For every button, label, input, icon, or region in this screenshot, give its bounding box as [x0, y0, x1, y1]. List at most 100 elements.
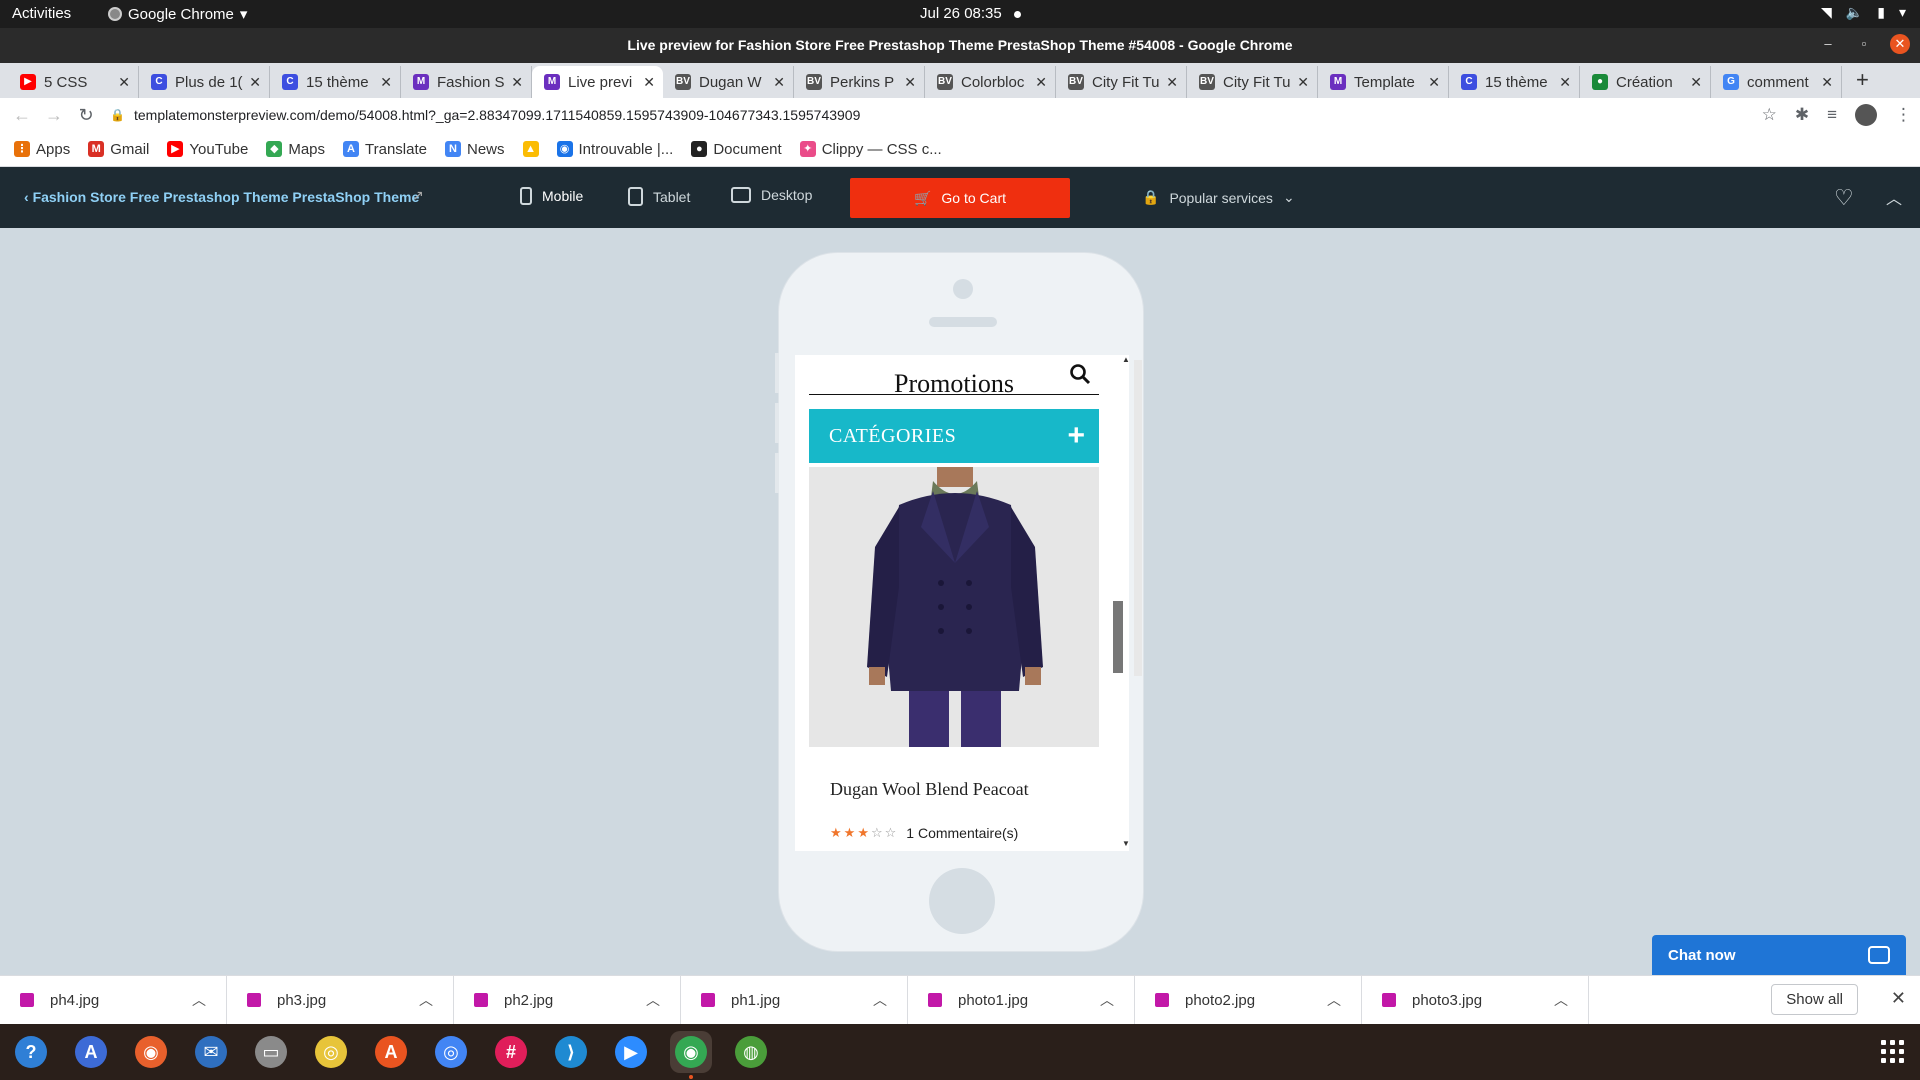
tab[interactable]: BV Perkins P ✕ [794, 66, 925, 98]
bookmark-item[interactable]: M Gmail [88, 141, 149, 158]
tab[interactable]: C Plus de 1(✕ [139, 66, 270, 98]
download-menu-chevron-icon[interactable]: ︿ [419, 990, 433, 1010]
close-tab-icon[interactable]: ✕ [773, 74, 785, 91]
external-link-icon[interactable]: ↗ [412, 187, 424, 204]
bookmark-item[interactable]: ◉ Introuvable |... [556, 141, 673, 158]
download-menu-chevron-icon[interactable]: ︿ [646, 990, 660, 1010]
tab[interactable]: ● Création ✕ [1580, 66, 1711, 98]
files-icon[interactable]: ▭ [250, 1031, 292, 1073]
download-item[interactable]: ph1.jpg ︿ [681, 975, 908, 1025]
close-tab-icon[interactable]: ✕ [380, 74, 392, 91]
close-tab-icon[interactable]: ✕ [1035, 74, 1047, 91]
close-window-button[interactable]: ✕ [1890, 34, 1910, 54]
search-icon[interactable] [1069, 363, 1091, 385]
categories-toggle[interactable]: CATÉGORIES + [809, 409, 1099, 463]
popular-services-dropdown[interactable]: 🔒 Popular services ⌄ [1142, 189, 1295, 206]
new-tab-button[interactable]: + [1856, 67, 1869, 93]
download-item[interactable]: photo3.jpg ︿ [1362, 975, 1589, 1025]
download-item[interactable]: ph3.jpg ︿ [227, 975, 454, 1025]
product-image[interactable] [809, 467, 1099, 747]
desktop-view-button[interactable]: Desktop [731, 187, 812, 203]
close-tab-icon[interactable]: ✕ [1559, 74, 1571, 91]
profile-avatar[interactable] [1855, 104, 1877, 126]
download-item[interactable]: photo2.jpg ︿ [1135, 975, 1362, 1025]
tab[interactable]: C 15 thème ✕ [270, 66, 401, 98]
show-applications-icon[interactable] [1881, 1040, 1904, 1063]
bookmark-star-icon[interactable]: ☆ [1762, 105, 1777, 125]
close-tab-icon[interactable]: ✕ [118, 74, 130, 91]
maximize-button[interactable]: ▫ [1854, 34, 1874, 54]
page-scrollbar[interactable] [1134, 360, 1142, 676]
close-tab-icon[interactable]: ✕ [1297, 74, 1309, 91]
tab[interactable]: BV Colorbloc ✕ [925, 66, 1056, 98]
chrome-icon[interactable]: ◉ [670, 1031, 712, 1079]
media-control-icon[interactable]: ≡ [1827, 105, 1837, 125]
download-menu-chevron-icon[interactable]: ︿ [873, 990, 887, 1010]
clock[interactable]: Jul 26 08:35 [920, 5, 1021, 22]
download-menu-chevron-icon[interactable]: ︿ [1100, 990, 1114, 1010]
scrollbar-thumb[interactable] [1113, 601, 1123, 673]
close-tab-icon[interactable]: ✕ [643, 74, 655, 91]
tablet-view-button[interactable]: Tablet [628, 187, 690, 206]
chromium-icon[interactable]: ◎ [430, 1031, 472, 1073]
bookmark-item[interactable]: ● Document [691, 141, 782, 158]
product-name-link[interactable]: Dugan Wool Blend Peacoat [830, 779, 1029, 800]
help-icon[interactable]: ? [10, 1031, 52, 1073]
download-item[interactable]: ph2.jpg ︿ [454, 975, 681, 1025]
chevron-up-icon[interactable]: ︿ [1886, 185, 1902, 209]
scroll-down-arrow-icon[interactable]: ▼ [1122, 839, 1129, 848]
tab[interactable]: BV Dugan W ✕ [663, 66, 794, 98]
bookmark-item[interactable]: A Translate [343, 141, 427, 158]
heart-icon[interactable]: ♡ [1834, 185, 1854, 211]
close-tab-icon[interactable]: ✕ [1428, 74, 1440, 91]
lock-icon[interactable]: 🔒 [110, 108, 125, 122]
zoom-icon[interactable]: ▶ [610, 1031, 652, 1073]
tab[interactable]: Gcomment ✕ [1711, 66, 1842, 98]
close-tab-icon[interactable]: ✕ [904, 74, 916, 91]
chat-now-button[interactable]: Chat now [1652, 935, 1906, 975]
rhythmbox-icon[interactable]: ◎ [310, 1031, 352, 1073]
bookmark-item[interactable]: ▶ YouTube [167, 141, 248, 158]
comments-count[interactable]: 1 Commentaire(s) [906, 825, 1018, 841]
bookmark-item[interactable]: ◆ Maps [266, 141, 325, 158]
close-tab-icon[interactable]: ✕ [1690, 74, 1702, 91]
browser-globe-icon[interactable]: ◍ [730, 1031, 772, 1073]
download-item[interactable]: photo1.jpg ︿ [908, 975, 1135, 1025]
tab[interactable]: BV City Fit Tu ✕ [1187, 66, 1318, 98]
tab[interactable]: ▶ 5 CSS ✕ [8, 66, 139, 98]
go-to-cart-button[interactable]: 🛒 Go to Cart [850, 178, 1070, 218]
bookmark-item[interactable]: N News [445, 141, 505, 158]
slack-icon[interactable]: # [490, 1031, 532, 1073]
firefox-icon[interactable]: ◉ [130, 1031, 172, 1073]
extensions-icon[interactable]: ✱ [1795, 105, 1809, 125]
back-arrow-icon[interactable]: ← [6, 105, 38, 126]
tab[interactable]: BV City Fit Tu ✕ [1056, 66, 1187, 98]
download-item[interactable]: ph4.jpg ︿ [0, 975, 227, 1025]
mobile-view-button[interactable]: Mobile [520, 187, 583, 205]
close-tab-icon[interactable]: ✕ [1821, 74, 1833, 91]
tab[interactable]: M Template ✕ [1318, 66, 1449, 98]
back-to-theme-link[interactable]: ‹ Fashion Store Free Prestashop Theme Pr… [24, 189, 419, 205]
reload-icon[interactable]: ↻ [70, 105, 102, 126]
scroll-up-arrow-icon[interactable]: ▲ [1122, 355, 1129, 364]
app-menu[interactable]: Google Chrome ▾ [108, 5, 247, 23]
close-tab-icon[interactable]: ✕ [249, 74, 261, 91]
tab[interactable]: M Fashion S ✕ [401, 66, 532, 98]
address-bar[interactable]: 🔒 templatemonsterpreview.com/demo/54008.… [110, 100, 1770, 130]
translate-app-icon[interactable]: A [70, 1031, 112, 1073]
download-menu-chevron-icon[interactable]: ︿ [192, 990, 206, 1010]
activities-button[interactable]: Activities [12, 5, 71, 22]
more-menu-icon[interactable]: ⋮ [1895, 105, 1912, 125]
thunderbird-icon[interactable]: ✉ [190, 1031, 232, 1073]
minimize-button[interactable]: – [1818, 34, 1838, 54]
vscode-icon[interactable]: ⟩ [550, 1031, 592, 1073]
system-tray[interactable]: ◥ 🔈 ▮ ▾ [1821, 4, 1906, 21]
bookmark-item[interactable]: ▲ [522, 141, 539, 157]
bookmark-item[interactable]: ✦ Clippy — CSS c... [799, 141, 942, 158]
forward-arrow-icon[interactable]: → [38, 105, 70, 126]
phone-screen[interactable]: Promotions CATÉGORIES + Dugan Wool Blend… [795, 355, 1129, 851]
show-all-button[interactable]: Show all [1771, 984, 1858, 1015]
close-shelf-icon[interactable]: ✕ [1891, 988, 1906, 1009]
download-menu-chevron-icon[interactable]: ︿ [1327, 990, 1341, 1010]
tab[interactable]: C 15 thème ✕ [1449, 66, 1580, 98]
